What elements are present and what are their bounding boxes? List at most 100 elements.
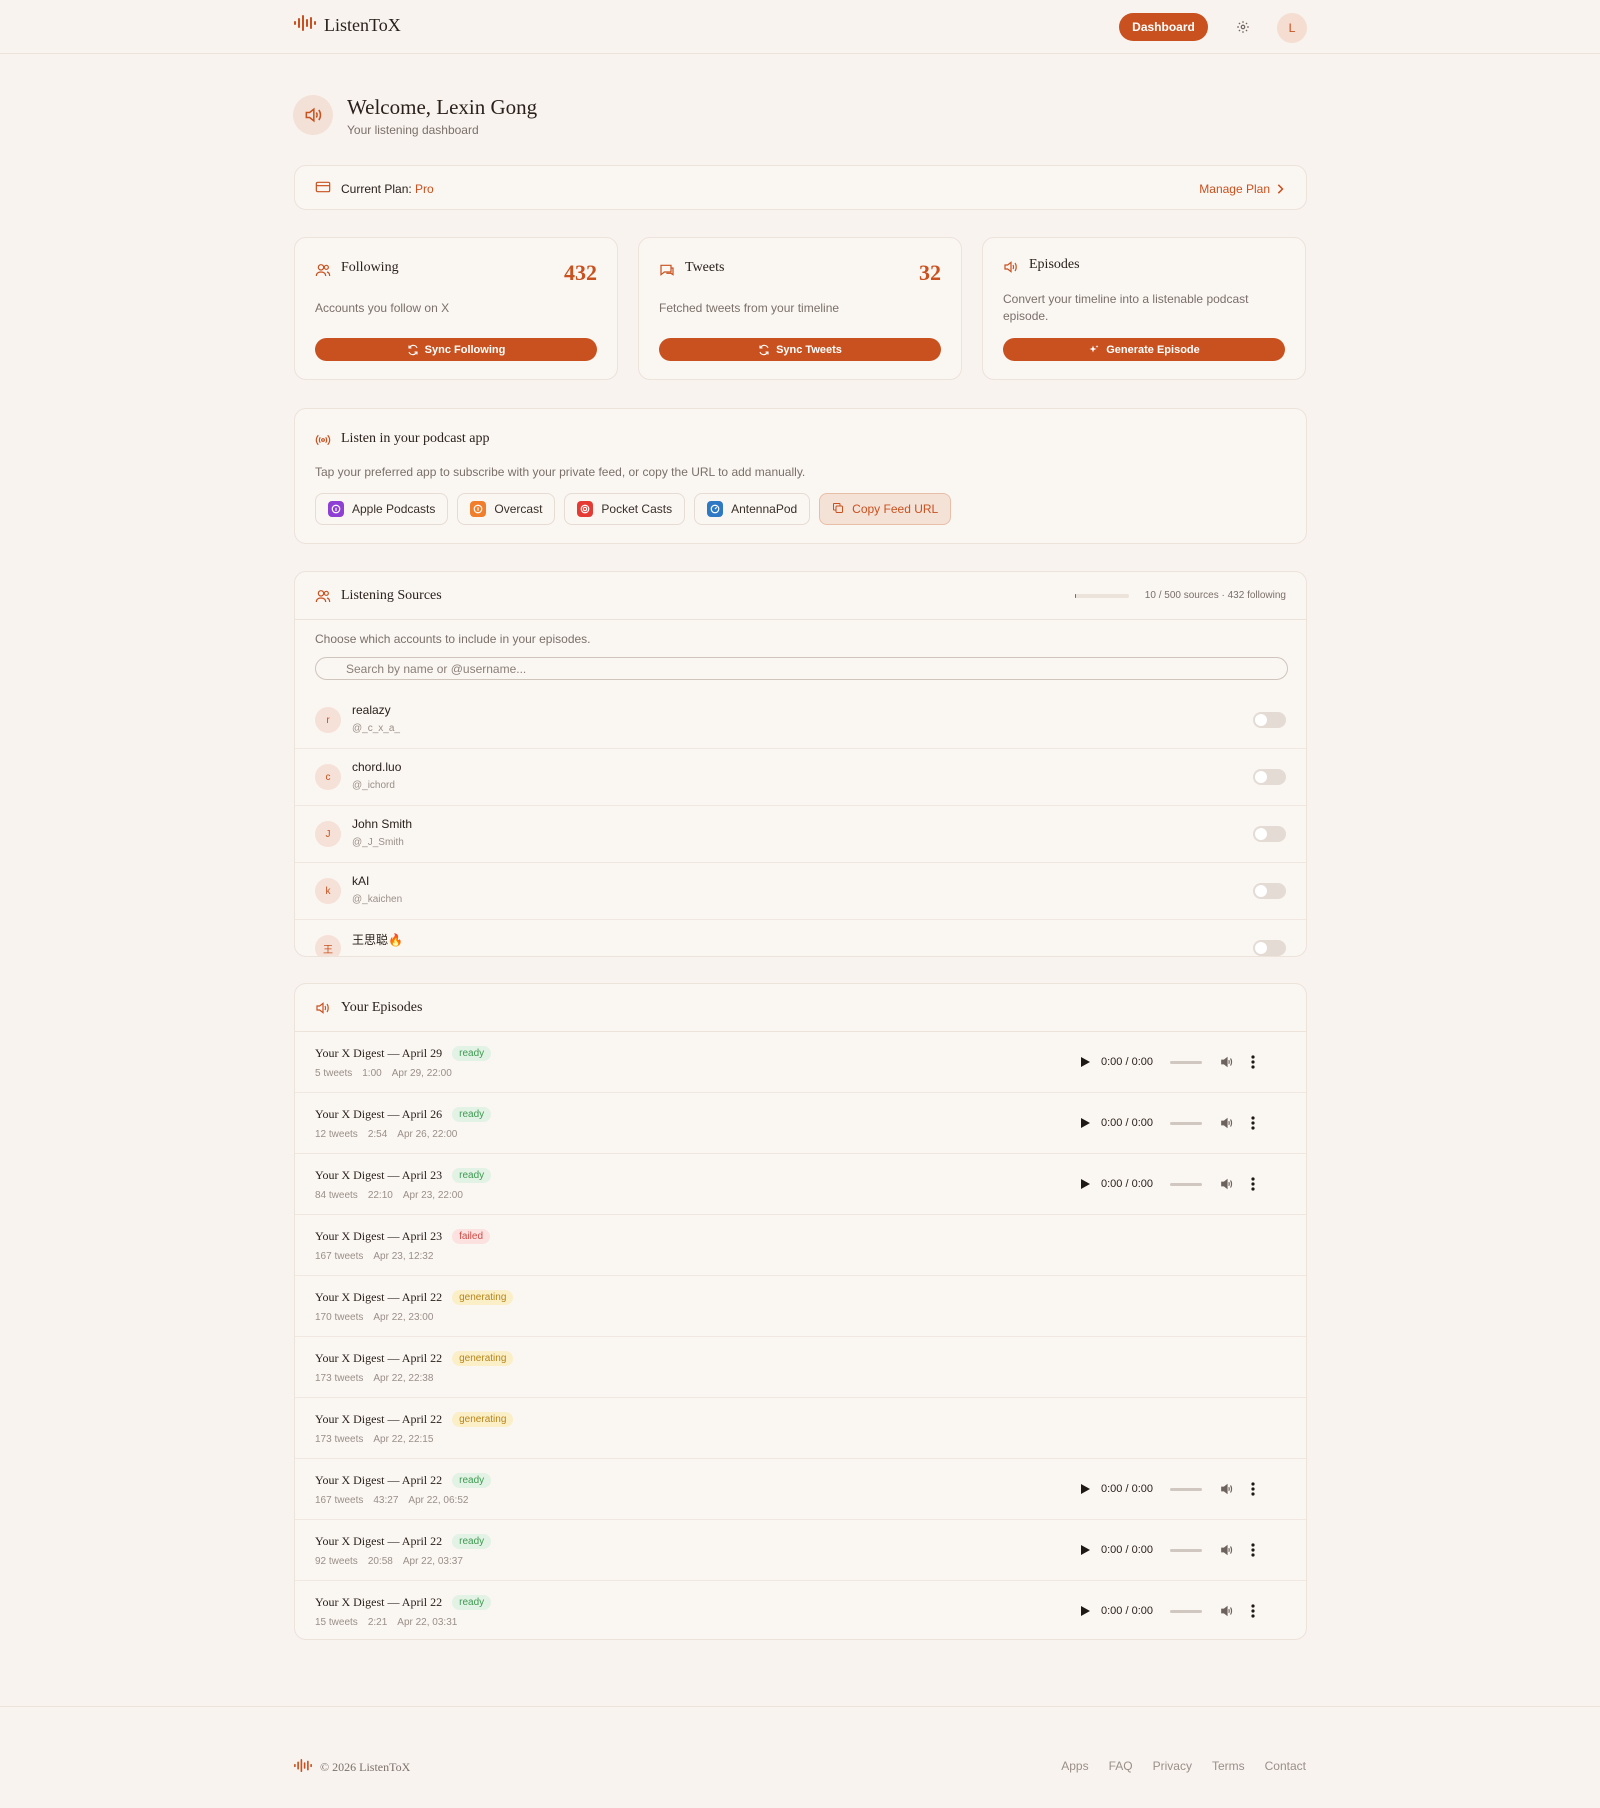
episode-tweet-count: 173 tweets [315,1434,364,1445]
sync-tweets-button[interactable]: Sync Tweets [659,338,941,361]
source-toggle[interactable] [1253,712,1286,728]
toggle-knob [1255,942,1267,954]
users-icon [315,263,331,282]
pocket-casts-button[interactable]: Pocket Casts [564,493,686,525]
seek-bar[interactable] [1170,1609,1202,1613]
more-options-icon[interactable] [1248,1176,1258,1192]
pocket-casts-label: Pocket Casts [601,502,673,516]
episode-row: Your X Digest — April 22 generating 173 … [295,1398,1306,1459]
seek-bar[interactable] [1170,1121,1202,1125]
source-handle: @_J_Smith [352,837,404,848]
episode-date: Apr 26, 22:00 [397,1129,458,1140]
seek-bar[interactable] [1170,1060,1202,1064]
volume-icon[interactable] [1220,1481,1236,1497]
seek-bar[interactable] [1170,1487,1202,1491]
play-icon[interactable] [1078,1177,1092,1191]
user-avatar[interactable]: L [1277,13,1307,43]
source-avatar: k [315,878,341,904]
more-options-icon[interactable] [1248,1054,1258,1070]
more-options-icon[interactable] [1248,1542,1258,1558]
sources-list: r realazy @_c_x_a_ c chord.luo @_ichord … [295,692,1306,956]
source-handle: @_kaichen [352,894,403,905]
speaker-icon [293,95,333,135]
source-toggle[interactable] [1253,769,1286,785]
episode-meta: 167 tweets 43:27 Apr 22, 06:52 [315,1495,468,1506]
volume-icon[interactable] [1220,1115,1236,1131]
users-icon [315,589,331,608]
seek-bar[interactable] [1170,1182,1202,1186]
episode-row: Your X Digest — April 22 generating 173 … [295,1337,1306,1398]
more-options-icon[interactable] [1248,1481,1258,1497]
episode-meta: 170 tweets Apr 22, 23:00 [315,1312,433,1323]
manage-plan-link[interactable]: Manage Plan [1199,182,1284,196]
episode-duration: 22:10 [367,1190,393,1201]
settings-gear-icon[interactable] [1234,18,1252,36]
audio-player: 0:00 / 0:00 [1078,1479,1258,1499]
play-icon[interactable] [1078,1116,1092,1130]
episode-date: Apr 23, 12:32 [373,1251,434,1262]
episode-tweet-count: 167 tweets [315,1495,364,1506]
audio-player: 0:00 / 0:00 [1078,1174,1258,1194]
footer-link-apps[interactable]: Apps [1061,1759,1088,1773]
antennapod-button[interactable]: AntennaPod [694,493,811,525]
episode-status-badge: failed [452,1229,491,1244]
episode-row: Your X Digest — April 23 failed 167 twee… [295,1215,1306,1276]
source-name: realazy [352,703,391,717]
volume-icon[interactable] [1220,1542,1236,1558]
source-toggle[interactable] [1253,883,1286,899]
generate-episode-button[interactable]: Generate Episode [1003,338,1285,361]
brand-link[interactable]: ListenToX [294,15,401,36]
play-icon[interactable] [1078,1604,1092,1618]
more-options-icon[interactable] [1248,1603,1258,1619]
speaker-icon [1003,260,1019,279]
footer-link-contact[interactable]: Contact [1265,1759,1306,1773]
audio-player: 0:00 / 0:00 [1078,1601,1258,1621]
brand-name: ListenToX [324,15,401,35]
podcast-app-buttons: Apple Podcasts Overcast Pocket Casts Ant… [315,493,952,525]
apple-podcasts-button[interactable]: Apple Podcasts [315,493,449,525]
episode-title: Your X Digest — April 29 [315,1046,443,1060]
your-episodes-card: Your Episodes Your X Digest — April 29 r… [294,983,1307,1640]
episode-title: Your X Digest — April 22 [315,1473,443,1487]
episode-title: Your X Digest — April 22 [315,1534,443,1548]
sync-following-button[interactable]: Sync Following [315,338,597,361]
episode-title-line: Your X Digest — April 26 ready [315,1107,492,1122]
source-toggle[interactable] [1253,826,1286,842]
dashboard-button[interactable]: Dashboard [1119,13,1208,41]
volume-icon[interactable] [1220,1176,1236,1192]
toggle-knob [1255,771,1267,783]
episode-date: Apr 29, 22:00 [391,1068,452,1079]
episode-meta: 84 tweets 22:10 Apr 23, 22:00 [315,1190,463,1201]
apple-podcasts-label: Apple Podcasts [352,502,436,516]
following-card: Following 432 Accounts you follow on X S… [294,237,618,380]
apple-podcasts-icon [328,501,344,517]
episode-duration: 2:54 [367,1129,388,1140]
episode-status-badge: ready [452,1168,492,1183]
top-bar: ListenToX Dashboard L [0,0,1600,54]
footer-brand: © 2026 ListenToX [294,1759,410,1775]
source-row: 王 王思聪🔥 [295,920,1306,956]
episode-status-badge: ready [452,1534,492,1549]
source-avatar: J [315,821,341,847]
more-options-icon[interactable] [1248,1115,1258,1131]
play-icon[interactable] [1078,1543,1092,1557]
sources-search-input[interactable] [315,657,1288,680]
footer-link-terms[interactable]: Terms [1212,1759,1245,1773]
play-icon[interactable] [1078,1055,1092,1069]
overcast-button[interactable]: Overcast [457,493,556,525]
episode-tweet-count: 170 tweets [315,1312,364,1323]
seek-bar[interactable] [1170,1548,1202,1552]
footer-link-faq[interactable]: FAQ [1109,1759,1133,1773]
volume-icon[interactable] [1220,1054,1236,1070]
source-name: John Smith [352,817,413,831]
episode-title: Your X Digest — April 23 [315,1229,443,1243]
source-toggle[interactable] [1253,940,1286,956]
copy-feed-url-button[interactable]: Copy Feed URL [819,493,952,525]
audio-player: 0:00 / 0:00 [1078,1540,1258,1560]
episode-duration: 1:00 [362,1068,382,1079]
tweets-card: Tweets 32 Fetched tweets from your timel… [638,237,962,380]
player-time: 0:00 / 0:00 [1101,1056,1153,1068]
volume-icon[interactable] [1220,1603,1236,1619]
play-icon[interactable] [1078,1482,1092,1496]
footer-link-privacy[interactable]: Privacy [1153,1759,1192,1773]
